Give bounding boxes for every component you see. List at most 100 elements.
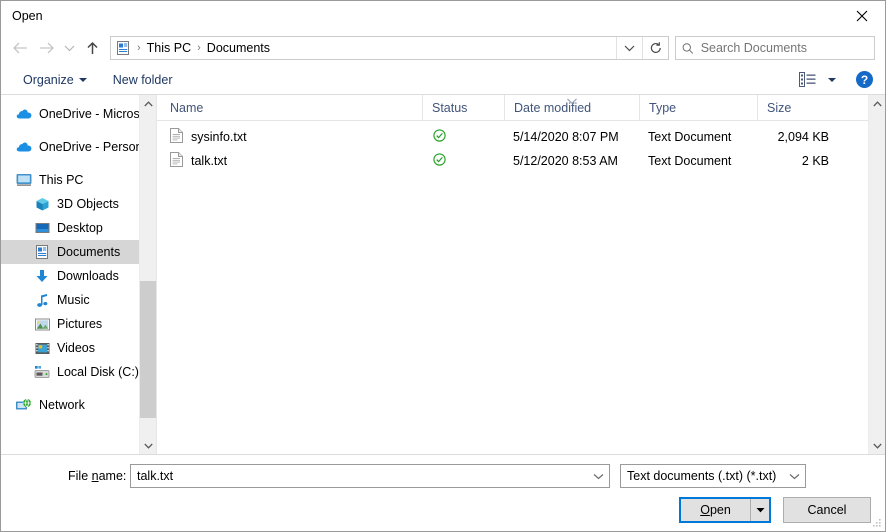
help-button[interactable]: ?	[856, 71, 873, 88]
open-dropdown-button[interactable]	[751, 499, 769, 521]
scroll-down-button[interactable]	[869, 437, 885, 454]
column-header-status[interactable]: Status	[422, 95, 504, 120]
size-label: 2 KB	[802, 154, 829, 168]
search-input[interactable]	[701, 41, 868, 55]
file-name-label: File name:	[68, 469, 130, 483]
file-type-dropdown[interactable]: Text documents (.txt) (*.txt)	[620, 464, 806, 488]
sidebar-item-onedrive-microsoft[interactable]: OneDrive - Micros	[1, 102, 139, 126]
table-row[interactable]: sysinfo.txt 5/14/2020 8:07 PM	[157, 125, 868, 149]
sidebar-item-desktop[interactable]: Desktop	[1, 216, 139, 240]
table-row[interactable]: talk.txt 5/12/2020 8:53 AM	[157, 149, 868, 173]
file-name-label-post: ame:	[99, 469, 127, 483]
scroll-track[interactable]	[140, 112, 156, 437]
organize-button[interactable]: Organize	[17, 70, 93, 90]
caret-down-icon	[828, 78, 836, 82]
sidebar-item-3d-objects[interactable]: 3D Objects	[1, 192, 139, 216]
chevron-down-icon	[624, 44, 635, 52]
chevron-down-icon	[64, 44, 75, 52]
column-label: Date modified	[514, 101, 591, 115]
cell-size: 2,094 KB	[757, 130, 841, 144]
sidebar-item-label: Local Disk (C:)	[57, 365, 139, 379]
sidebar-item-this-pc[interactable]: This PC	[1, 168, 139, 192]
sidebar-item-label: Documents	[57, 245, 120, 259]
file-list: Name Status Date modified	[157, 95, 868, 454]
scroll-track[interactable]	[869, 112, 885, 437]
breadcrumb-item-this-pc[interactable]: This PC	[143, 41, 195, 55]
file-name-input[interactable]: talk.txt	[130, 464, 610, 488]
sidebar-item-label: OneDrive - Person	[39, 140, 139, 154]
chevron-up-icon	[873, 101, 882, 107]
cell-size: 2 KB	[757, 154, 841, 168]
file-type-value: Text documents (.txt) (*.txt)	[627, 469, 785, 483]
cell-status	[422, 153, 504, 169]
arrow-right-icon	[38, 41, 55, 55]
breadcrumb-separator: ›	[135, 42, 143, 54]
file-name-label-accel: n	[92, 469, 99, 483]
caret-down-icon	[756, 507, 765, 513]
sidebar-item-network[interactable]: Network	[1, 393, 139, 417]
cell-type: Text Document	[639, 130, 757, 144]
scroll-up-button[interactable]	[140, 95, 156, 112]
navigation-bar: › This PC › Documents	[1, 31, 885, 65]
cell-name: talk.txt	[157, 152, 422, 170]
chevron-down-icon[interactable]	[589, 473, 607, 480]
resize-grip-icon[interactable]	[872, 518, 882, 528]
sidebar-item-label: Desktop	[57, 221, 103, 235]
sidebar-item-music[interactable]: Music	[1, 288, 139, 312]
scroll-thumb[interactable]	[140, 281, 156, 418]
this-pc-monitor-icon	[16, 172, 32, 188]
cell-date-modified: 5/14/2020 8:07 PM	[504, 130, 639, 144]
close-button[interactable]	[839, 1, 885, 31]
sidebar-scrollbar[interactable]	[139, 95, 156, 454]
cancel-button[interactable]: Cancel	[783, 497, 871, 523]
column-header-type[interactable]: Type	[639, 95, 757, 120]
arrow-up-icon	[85, 41, 100, 56]
file-name-label: sysinfo.txt	[191, 130, 247, 144]
file-list-scrollbar[interactable]	[868, 95, 885, 454]
file-name-label: talk.txt	[191, 154, 227, 168]
address-dropdown-button[interactable]	[616, 37, 642, 59]
pictures-icon	[34, 316, 50, 332]
sort-ascending-chevron-icon	[566, 94, 579, 108]
sidebar-gap	[1, 126, 139, 135]
view-mode-button[interactable]	[793, 69, 842, 90]
column-headers: Name Status Date modified	[157, 95, 868, 121]
sidebar-item-local-disk-c[interactable]: Local Disk (C:)	[1, 360, 139, 384]
chevron-down-icon	[144, 443, 153, 449]
cell-date-modified: 5/12/2020 8:53 AM	[504, 154, 639, 168]
type-label: Text Document	[648, 130, 731, 144]
sidebar-item-pictures[interactable]: Pictures	[1, 312, 139, 336]
up-one-level-button[interactable]	[79, 35, 105, 61]
breadcrumb-item-documents[interactable]: Documents	[203, 41, 274, 55]
help-label: ?	[861, 73, 868, 87]
open-button-main[interactable]: Open	[681, 499, 751, 521]
chevron-down-icon[interactable]	[785, 473, 803, 480]
sidebar-item-downloads[interactable]: Downloads	[1, 264, 139, 288]
address-bar[interactable]: › This PC › Documents	[110, 36, 669, 60]
new-folder-button[interactable]: New folder	[107, 70, 179, 90]
sidebar-item-onedrive-personal[interactable]: OneDrive - Person	[1, 135, 139, 159]
file-name-row: File name: talk.txt Text documents (.txt…	[1, 461, 885, 491]
sidebar-item-documents[interactable]: Documents	[1, 240, 139, 264]
organize-label: Organize	[23, 73, 74, 87]
sidebar-item-label: 3D Objects	[57, 197, 119, 211]
column-label: Size	[767, 101, 791, 115]
scroll-down-button[interactable]	[140, 437, 156, 454]
scroll-up-button[interactable]	[869, 95, 885, 112]
column-header-name[interactable]: Name	[157, 95, 422, 120]
column-header-size[interactable]: Size	[757, 95, 841, 120]
sidebar-item-videos[interactable]: Videos	[1, 336, 139, 360]
caret-down-icon	[79, 78, 87, 82]
green-check-circle-icon	[433, 153, 446, 169]
refresh-button[interactable]	[642, 37, 668, 59]
forward-button[interactable]	[33, 35, 59, 61]
back-button[interactable]	[7, 35, 33, 61]
date-label: 5/12/2020 8:53 AM	[513, 154, 618, 168]
recent-locations-button[interactable]	[59, 35, 79, 61]
column-header-date-modified[interactable]: Date modified	[504, 95, 639, 120]
dialog-footer: File name: talk.txt Text documents (.txt…	[1, 455, 885, 531]
arrow-left-icon	[12, 41, 29, 55]
search-box[interactable]	[675, 36, 875, 60]
sidebar-gap	[1, 159, 139, 168]
open-button[interactable]: Open	[679, 497, 771, 523]
